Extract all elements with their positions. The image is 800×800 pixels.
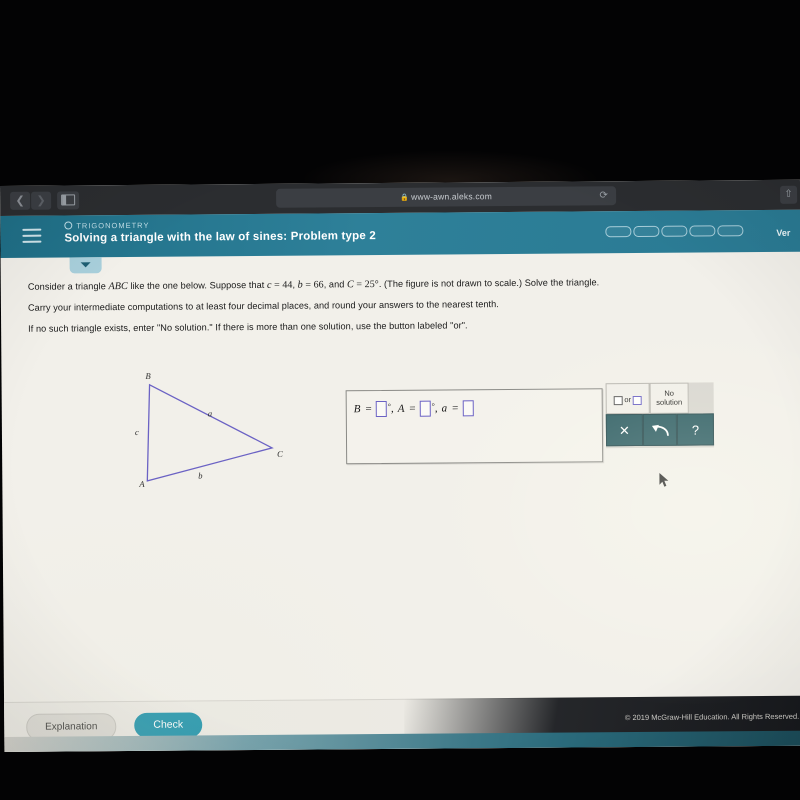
triangle-shape <box>146 383 274 482</box>
url-text: www-awn.aleks.com <box>411 191 493 202</box>
input-B[interactable] <box>375 400 387 418</box>
copyright-text: © 2019 McGraw-Hill Education. All Rights… <box>624 711 800 723</box>
page-title: Solving a triangle with the law of sines… <box>64 230 376 245</box>
undo-arrow-icon[interactable] <box>642 413 678 446</box>
url-bar[interactable]: 🔒 www-awn.aleks.com ⟳ <box>276 186 617 208</box>
panel-collapse-toggle[interactable] <box>69 257 102 274</box>
answer-var-B: B <box>353 403 361 416</box>
progress-segment <box>661 225 688 237</box>
lock-icon: 🔒 <box>400 194 410 202</box>
screen-content: ❮ ❯ 🔒 www-awn.aleks.com ⟳ ⇧ TRIGONOMETRY … <box>0 179 800 752</box>
problem-text: . (The figure is not drawn to scale.) So… <box>378 277 600 290</box>
or-label: or <box>624 395 632 405</box>
problem-text: like the one below. Suppose that <box>127 279 268 291</box>
clear-x-icon[interactable]: ✕ <box>605 413 644 447</box>
course-label-row: TRIGONOMETRY <box>64 220 149 231</box>
triangle-figure: B A C a b c <box>119 370 300 496</box>
answer-input-area[interactable]: B = ° , A = ° , a = <box>345 388 604 465</box>
problem-text: Consider a triangle <box>27 281 109 292</box>
or-button[interactable]: or <box>605 382 650 415</box>
progress-indicator <box>605 225 744 238</box>
vertex-label-C: C <box>277 448 283 459</box>
progress-segment <box>633 225 660 238</box>
value-b: = 66 <box>302 279 324 291</box>
mouse-pointer-icon <box>659 472 669 488</box>
side-label-a: a <box>207 408 213 419</box>
degree-symbol-A: ° <box>431 401 435 411</box>
input-a[interactable] <box>462 400 474 417</box>
equals-sign: = <box>452 402 459 415</box>
undo-arrow-svg <box>651 424 669 436</box>
sidebar-toggle-icon[interactable] <box>57 191 80 210</box>
comma-2: , <box>434 402 438 415</box>
answer-var-A: A <box>397 402 405 415</box>
vertex-label-A: A <box>139 478 145 489</box>
chevron-down-icon <box>80 262 91 268</box>
triangle-name: ABC <box>108 280 128 293</box>
side-label-c: c <box>134 426 139 437</box>
app-header: TRIGONOMETRY Solving a triangle with the… <box>0 209 800 258</box>
check-button[interactable]: Check <box>134 712 203 738</box>
or-box-left <box>613 395 623 405</box>
comma-1: , <box>390 402 394 415</box>
equals-sign: = <box>365 403 372 416</box>
progress-segment <box>689 225 716 237</box>
back-button[interactable]: ❮ <box>10 191 31 210</box>
progress-segment <box>605 226 632 238</box>
hamburger-menu-icon[interactable] <box>22 228 42 244</box>
equals-sign: = <box>409 402 416 415</box>
answer-expression: B = ° , A = ° , a = <box>353 400 475 418</box>
problem-line-2: Carry your intermediate computations to … <box>27 299 499 313</box>
no-solution-button[interactable]: No solution <box>649 382 689 414</box>
reload-icon[interactable]: ⟳ <box>599 186 608 205</box>
circle-icon <box>64 220 73 229</box>
help-question-icon[interactable]: ? <box>676 413 715 446</box>
vertex-label-B: B <box>145 370 151 381</box>
problem-line-3: If no such triangle exists, enter "No so… <box>28 320 468 334</box>
answer-keypad: or No solution ✕ ? <box>605 382 715 449</box>
forward-button[interactable]: ❯ <box>31 191 52 210</box>
problem-text: , and <box>323 279 348 290</box>
or-box-right <box>632 395 643 405</box>
side-label-b: b <box>198 470 203 481</box>
problem-line-1: Consider a triangle ABC like the one bel… <box>28 277 600 292</box>
share-icon[interactable]: ⇧ <box>780 185 798 204</box>
degree-symbol-B: ° <box>387 401 391 411</box>
photographed-screen: ❮ ❯ 🔒 www-awn.aleks.com ⟳ ⇧ TRIGONOMETRY … <box>0 0 800 800</box>
input-A[interactable] <box>419 400 431 417</box>
triangle-svg <box>146 383 274 482</box>
value-c: = 44 <box>271 279 293 291</box>
header-right-label[interactable]: Ver <box>776 228 798 238</box>
course-label: TRIGONOMETRY <box>76 220 150 231</box>
answer-var-a: a <box>441 402 448 415</box>
value-C: = 25° <box>353 279 379 291</box>
progress-segment <box>717 225 744 237</box>
